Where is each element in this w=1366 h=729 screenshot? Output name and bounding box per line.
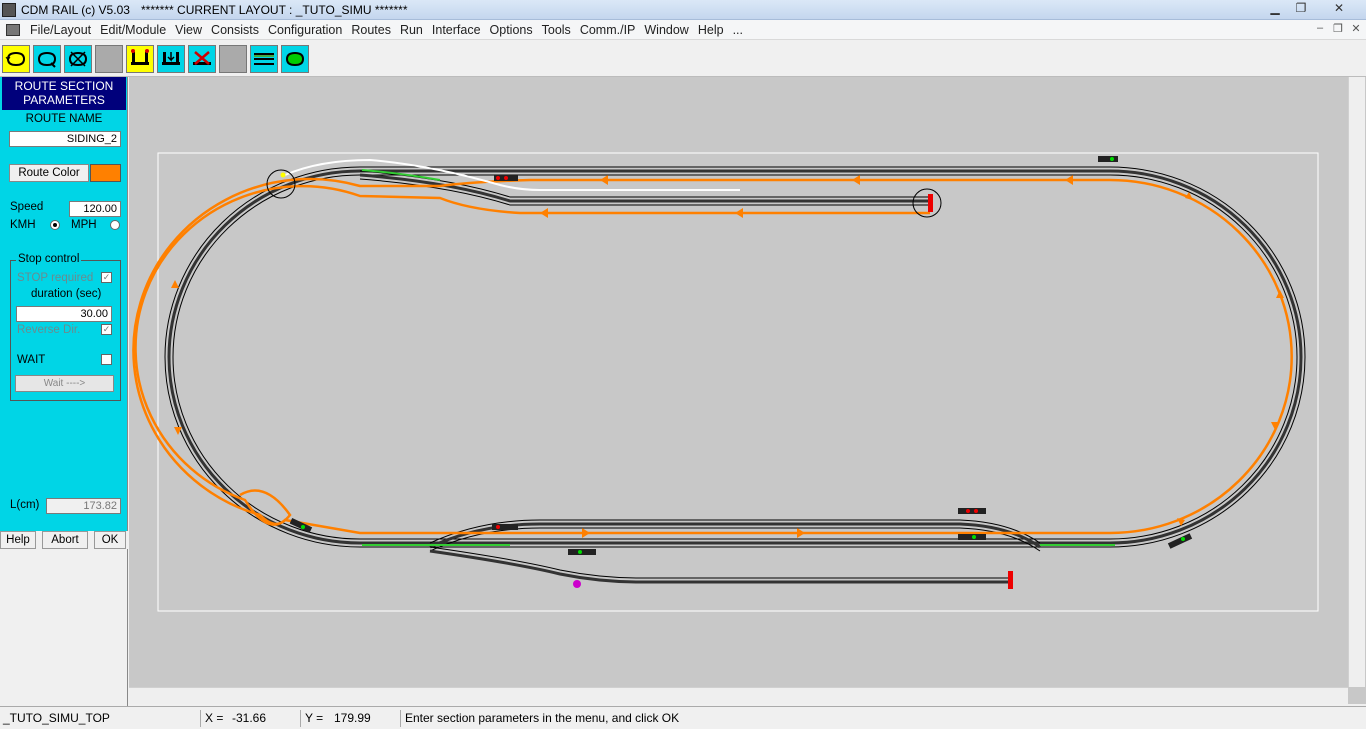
- child-close-icon[interactable]: ✕: [1348, 22, 1364, 37]
- menu-run[interactable]: Run: [400, 23, 430, 37]
- app-icon[interactable]: [2, 3, 16, 17]
- tracks-icon[interactable]: [250, 45, 278, 73]
- speed-label: Speed: [10, 201, 44, 213]
- child-restore-icon[interactable]: ❐: [1330, 22, 1346, 37]
- menu-edit-module[interactable]: Edit/Module: [100, 23, 173, 37]
- menu-view[interactable]: View: [175, 23, 209, 37]
- buffer-stop-upper: [928, 194, 933, 212]
- kmh-radio[interactable]: [50, 220, 60, 230]
- reverse-dir-checkbox[interactable]: ✓: [101, 324, 112, 335]
- abort-button[interactable]: Abort: [42, 531, 88, 549]
- route-name-label: ROUTE NAME: [25, 113, 103, 125]
- route-section-panel: ROUTE SECTION PARAMETERS ROUTE NAME SIDI…: [0, 77, 128, 531]
- panel-title-line2: PARAMETERS: [23, 93, 105, 107]
- kmh-label: KMH: [10, 219, 36, 231]
- child-minimize-icon[interactable]: –: [1312, 22, 1328, 37]
- stop-control-label: Stop control: [16, 253, 82, 265]
- layout-title: ******* CURRENT LAYOUT : _TUTO_SIMU ****…: [141, 3, 408, 17]
- panel-empty-area: [0, 549, 128, 706]
- reverse-dir-label: Reverse Dir.: [17, 324, 81, 336]
- route-loop-delete-icon[interactable]: [64, 45, 92, 73]
- stop-required-label: STOP required: [17, 272, 94, 284]
- menu-routes[interactable]: Routes: [351, 23, 398, 37]
- menu-configuration[interactable]: Configuration: [268, 23, 349, 37]
- layout-canvas[interactable]: [129, 77, 1366, 704]
- status-y-label: Y =: [300, 710, 323, 727]
- status-bar: _TUTO_SIMU_TOP X = -31.66 Y = 179.99 Ent…: [0, 706, 1366, 729]
- window-title: CDM RAIL (c) V5.03: [21, 3, 130, 17]
- panel-title-line1: ROUTE SECTION: [14, 79, 114, 93]
- help-button[interactable]: Help: [0, 531, 36, 549]
- stop-required-checkbox[interactable]: ✓: [101, 272, 112, 283]
- mph-radio[interactable]: [110, 220, 120, 230]
- maximize-icon[interactable]: ❐: [1288, 0, 1314, 18]
- track-layout-drawing[interactable]: [129, 77, 1348, 687]
- train-cross-icon[interactable]: [188, 45, 216, 73]
- toolbar: [0, 41, 1366, 77]
- panel-header: ROUTE SECTION PARAMETERS: [2, 77, 126, 110]
- buffer-stop-lower: [1008, 571, 1013, 589]
- ok-button[interactable]: OK: [94, 531, 126, 549]
- close-icon[interactable]: ✕: [1314, 0, 1364, 18]
- train-split-icon[interactable]: [157, 45, 185, 73]
- menu-bar: File/Layout Edit/Module View Consists Co…: [0, 20, 1366, 40]
- blank-icon[interactable]: [219, 45, 247, 73]
- menu-file-layout[interactable]: File/Layout: [30, 23, 98, 37]
- menu-interface[interactable]: Interface: [432, 23, 488, 37]
- mph-label: MPH: [71, 219, 97, 231]
- menu-help[interactable]: Help: [698, 23, 731, 37]
- speed-field[interactable]: 120.00: [69, 201, 121, 217]
- status-message: Enter section parameters in the menu, an…: [400, 710, 679, 727]
- duration-label: duration (sec): [31, 288, 102, 300]
- title-bar: CDM RAIL (c) V5.03 ******* CURRENT LAYOU…: [0, 0, 1366, 20]
- wait-label: WAIT: [17, 354, 46, 366]
- loop-green-icon[interactable]: [281, 45, 309, 73]
- minimize-icon[interactable]: ▁: [1262, 0, 1288, 18]
- status-x-value: -31.66: [232, 711, 267, 725]
- route-loop-add-icon[interactable]: [33, 45, 61, 73]
- panel-buttons: Help Abort OK: [0, 531, 128, 549]
- route-color-swatch[interactable]: [90, 164, 121, 182]
- route-color-button[interactable]: Route Color: [9, 164, 89, 182]
- menu-consists[interactable]: Consists: [211, 23, 266, 37]
- menu-more[interactable]: ...: [733, 23, 750, 37]
- status-module-name: _TUTO_SIMU_TOP: [3, 711, 110, 725]
- length-label: L(cm): [10, 499, 40, 511]
- status-y-value: 179.99: [334, 711, 371, 725]
- horizontal-scrollbar[interactable]: [129, 687, 1348, 704]
- duration-field[interactable]: 30.00: [16, 306, 112, 322]
- train-yellow-icon[interactable]: [126, 45, 154, 73]
- menu-tools[interactable]: Tools: [542, 23, 578, 37]
- menu-comm-ip[interactable]: Comm./IP: [580, 23, 643, 37]
- length-field: 173.82: [46, 498, 121, 514]
- route-loop-icon[interactable]: [2, 45, 30, 73]
- blank-icon[interactable]: [95, 45, 123, 73]
- status-x-label: X =: [200, 710, 223, 727]
- document-icon[interactable]: [6, 24, 20, 36]
- vertical-scrollbar[interactable]: [1348, 77, 1365, 687]
- menu-window[interactable]: Window: [644, 23, 695, 37]
- wait-checkbox[interactable]: [101, 354, 112, 365]
- wait-button[interactable]: Wait ---->: [15, 375, 114, 392]
- menu-options[interactable]: Options: [490, 23, 540, 37]
- route-name-field[interactable]: SIDING_2: [9, 131, 121, 147]
